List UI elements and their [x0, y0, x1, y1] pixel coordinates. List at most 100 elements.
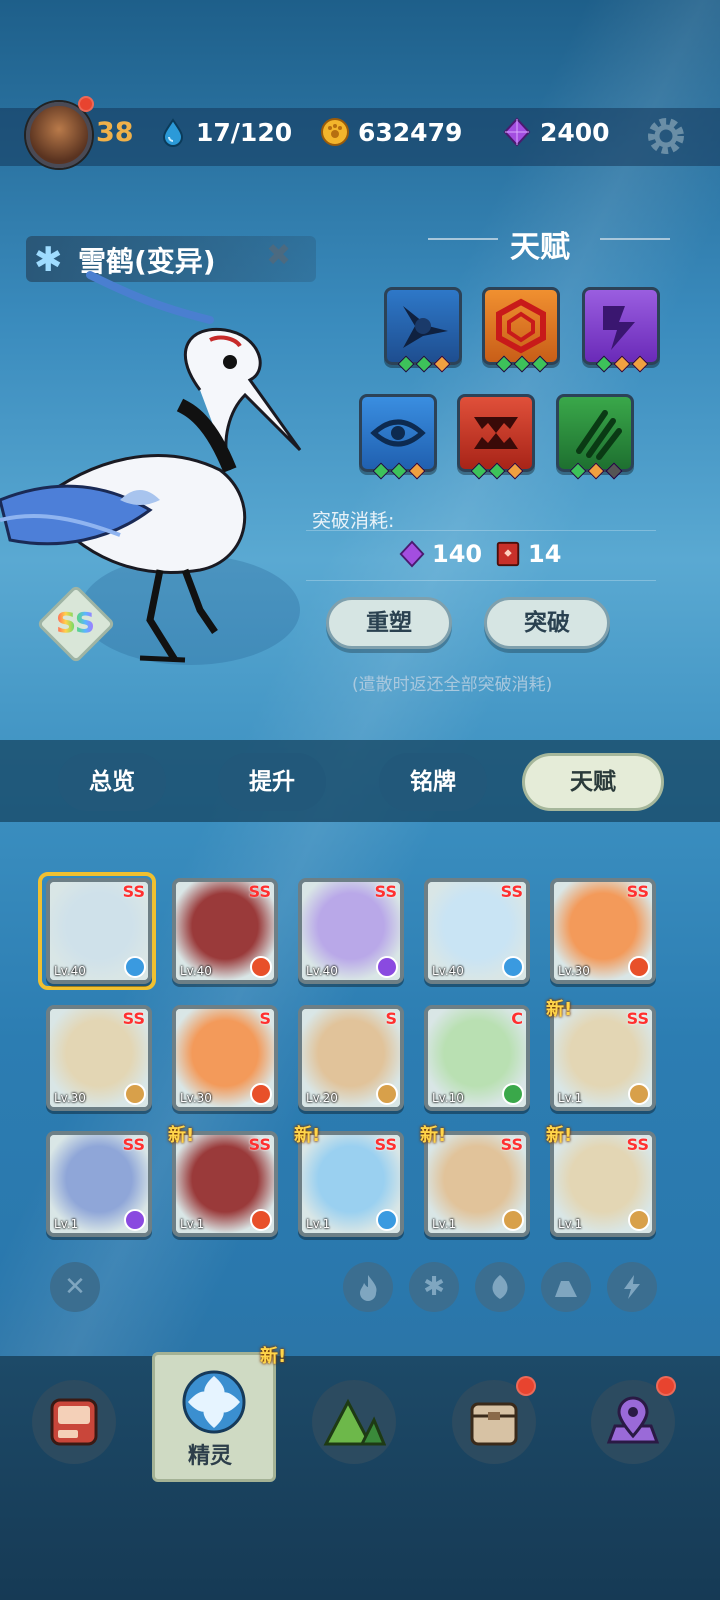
- player-level: 38: [96, 117, 134, 148]
- paw-coin-icon: [321, 118, 349, 146]
- spirit-card[interactable]: SS Lv.40: [424, 878, 530, 984]
- level-label: Lv.1: [180, 1217, 205, 1231]
- spirit-card[interactable]: SS Lv.1: [46, 1131, 152, 1237]
- level-label: Lv.1: [306, 1217, 331, 1231]
- grade-label: SS: [248, 882, 271, 901]
- talent-slot-3[interactable]: [582, 287, 660, 365]
- earth-element-icon: [502, 1209, 524, 1231]
- fire-icon: [360, 1275, 377, 1301]
- new-tag: 新!: [294, 1125, 321, 1146]
- talent-slot-4[interactable]: [359, 394, 437, 472]
- shadow-strike-icon: [403, 306, 448, 348]
- grade-label: SS: [374, 1135, 397, 1154]
- divider: [306, 530, 656, 531]
- water-drop-icon: [162, 118, 184, 147]
- level-label: Lv.10: [432, 1091, 464, 1105]
- close-icon[interactable]: ✖: [266, 238, 291, 273]
- talent-slot-1[interactable]: [384, 287, 462, 365]
- level-label: Lv.30: [180, 1091, 212, 1105]
- nav-explore-button[interactable]: [312, 1380, 396, 1464]
- nav-spirits-label: 精灵: [188, 1444, 233, 1469]
- talent-slot-6[interactable]: [556, 394, 634, 472]
- grade-label: SS: [500, 1135, 523, 1154]
- ice-element-icon: [502, 956, 524, 978]
- close-icon: ✕: [64, 1272, 86, 1302]
- new-tag: 新!: [260, 1346, 287, 1367]
- talent-title: 天赋: [510, 230, 570, 265]
- spirit-card[interactable]: C Lv.10: [424, 1005, 530, 1111]
- talent-slot-5[interactable]: [457, 394, 535, 472]
- filter-grass-button[interactable]: [475, 1262, 525, 1312]
- spirit-card[interactable]: S Lv.30: [172, 1005, 278, 1111]
- title-divider-left: [428, 238, 498, 240]
- electric-element-icon: [124, 1209, 146, 1231]
- spirit-card[interactable]: SS Lv.30: [46, 1005, 152, 1111]
- grade-label: SS: [374, 882, 397, 901]
- lightning-icon: [603, 306, 635, 350]
- new-tag: 新!: [546, 999, 573, 1020]
- spirit-card[interactable]: SS Lv.40: [46, 878, 152, 984]
- device-icon: [50, 1398, 98, 1446]
- grade-label: SS: [500, 882, 523, 901]
- player-avatar[interactable]: [26, 102, 92, 168]
- level-label: Lv.30: [54, 1091, 86, 1105]
- reshape-button[interactable]: 重塑: [326, 597, 452, 649]
- spirit-card[interactable]: S Lv.20: [298, 1005, 404, 1111]
- spirit-swirl-icon: [182, 1370, 246, 1434]
- level-label: Lv.40: [180, 964, 212, 978]
- grade-label: SS: [248, 1135, 271, 1154]
- filter-electric-button[interactable]: [607, 1262, 657, 1312]
- earth-element-icon: [376, 1083, 398, 1105]
- grade-label: SS: [122, 1135, 145, 1154]
- tab-nameplate[interactable]: 铭牌: [379, 753, 487, 811]
- refund-note: (遣散时返还全部突破消耗): [352, 675, 553, 695]
- nav-home-button[interactable]: [32, 1380, 116, 1464]
- mountain-icon: [555, 1281, 577, 1297]
- level-label: Lv.1: [558, 1217, 583, 1231]
- grade-label: SS: [626, 1135, 649, 1154]
- grade-label: SS: [626, 1009, 649, 1028]
- filter-fire-button[interactable]: [343, 1262, 393, 1312]
- level-label: Lv.40: [432, 964, 464, 978]
- ice-element-icon: [124, 956, 146, 978]
- tab-upgrade[interactable]: 提升: [218, 753, 326, 811]
- spirit-card[interactable]: SS Lv.30: [550, 878, 656, 984]
- talent-slot-2[interactable]: [482, 287, 560, 365]
- tab-talent[interactable]: 天赋: [522, 753, 664, 811]
- energy-value: 17/120: [196, 117, 293, 147]
- settings-gear-icon[interactable]: [644, 114, 688, 158]
- spirit-card[interactable]: SS Lv.40: [298, 878, 404, 984]
- fire-element-icon: [250, 956, 272, 978]
- grass-element-icon: [502, 1083, 524, 1105]
- spirit-card[interactable]: SS Lv.40: [172, 878, 278, 984]
- bag-notification-dot: [516, 1376, 536, 1396]
- leaf-icon: [492, 1275, 508, 1299]
- fire-element-icon: [250, 1209, 272, 1231]
- red-book-icon: [496, 541, 520, 567]
- title-divider-right: [600, 238, 670, 240]
- mountain-icon: [323, 1398, 386, 1446]
- fire-element-icon: [250, 1083, 272, 1105]
- fang-bite-icon: [474, 417, 518, 449]
- filter-ice-button[interactable]: ✱: [409, 1262, 459, 1312]
- hero-crane-illustration: [0, 271, 302, 665]
- grade-label: S: [385, 1009, 397, 1028]
- level-label: Lv.1: [432, 1217, 457, 1231]
- earth-element-icon: [628, 1209, 650, 1231]
- claw-slash-icon: [576, 410, 622, 460]
- breakthrough-button[interactable]: 突破: [484, 597, 610, 649]
- clear-filter-button[interactable]: ✕: [50, 1262, 100, 1312]
- purple-gem-icon: [503, 117, 531, 147]
- backpack-icon: [470, 1402, 518, 1446]
- energy-resource[interactable]: 17/120: [158, 117, 292, 147]
- grade-label: SS: [626, 882, 649, 901]
- lightning-icon: [624, 1275, 640, 1299]
- grade-label: SS: [122, 882, 145, 901]
- map-notification-dot: [656, 1376, 676, 1396]
- gem-resource[interactable]: 2400: [502, 117, 610, 147]
- filter-earth-button[interactable]: [541, 1262, 591, 1312]
- avatar-notification-dot: [78, 96, 94, 112]
- coin-value: 632479: [358, 117, 463, 147]
- coin-resource[interactable]: 632479: [320, 117, 462, 147]
- tab-overview[interactable]: 总览: [58, 753, 166, 811]
